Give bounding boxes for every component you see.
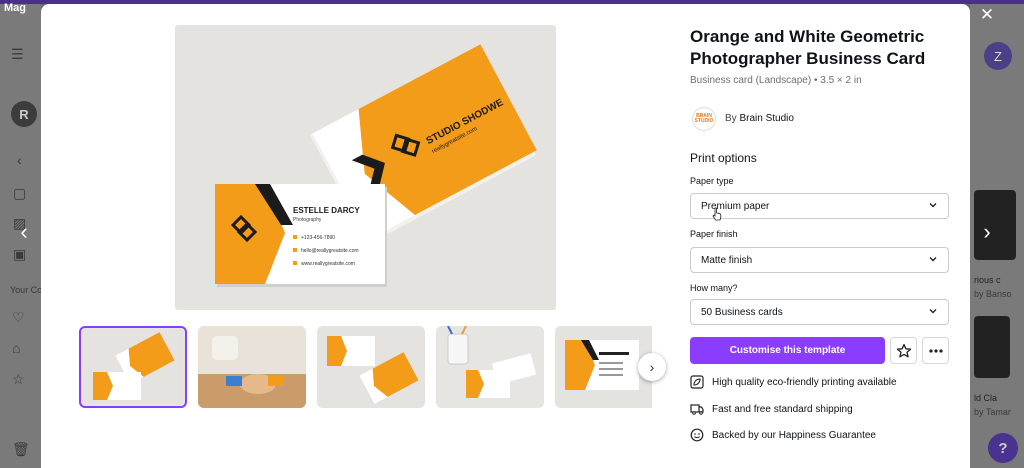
print-options-heading: Print options	[690, 151, 757, 165]
template-title: Orange and White Geometric Photographer …	[690, 27, 926, 68]
back-chevron-icon: ‹	[17, 152, 22, 168]
paper-type-label: Paper type	[690, 176, 734, 186]
quantity-select[interactable]: 50 Business cards	[690, 299, 949, 325]
paper-finish-label: Paper finish	[690, 229, 738, 239]
author-logo-text: BRAIN STUDIO	[694, 113, 714, 124]
feature-guarantee: Backed by our Happiness Guarantee	[690, 428, 876, 442]
background-text: by Banso	[974, 289, 1012, 299]
front-card-phone: +123-456-7890	[301, 235, 335, 241]
feature-eco-printing: High quality eco-friendly printing avail…	[690, 375, 897, 389]
leaf-icon	[690, 375, 704, 389]
template-subtitle: Business card (Landscape) • 3.5 × 2 in	[690, 75, 862, 86]
next-template-button[interactable]: ›	[976, 218, 998, 246]
paper-type-select[interactable]: Premium paper	[690, 193, 949, 219]
background-text: ld Cla	[974, 393, 998, 403]
thumbnail-4[interactable]	[436, 326, 544, 408]
background-text: rious c	[974, 275, 1001, 285]
thumbnails-next-button[interactable]: ›	[638, 353, 666, 381]
previous-template-button[interactable]: ‹	[13, 218, 35, 246]
front-card-email: hello@reallygreatsite.com	[301, 248, 359, 254]
website-bullet	[293, 261, 297, 265]
background-logo: Mag	[4, 2, 26, 14]
heart-icon: ♡	[12, 309, 25, 325]
background-your-label: Your Co	[10, 285, 43, 295]
more-options-button[interactable]	[922, 337, 949, 364]
feature-text: High quality eco-friendly printing avail…	[712, 376, 897, 388]
hand-cursor-icon	[712, 207, 722, 221]
paper-finish-select[interactable]: Matte finish	[690, 247, 949, 273]
front-card-website: www.reallygreatsite.com	[301, 261, 355, 267]
trash-icon: 🗑	[12, 441, 30, 457]
background-avatar-left: R	[11, 101, 37, 127]
quantity-value: 50 Business cards	[701, 306, 783, 318]
feature-text: Backed by our Happiness Guarantee	[712, 429, 876, 441]
paper-finish-value: Matte finish	[701, 254, 753, 266]
hamburger-icon: ☰	[11, 46, 24, 62]
smile-icon	[690, 428, 704, 442]
star-outline-icon: ☆	[12, 371, 25, 387]
front-card-role: Photography	[293, 217, 322, 223]
author-logo[interactable]: BRAIN STUDIO	[692, 107, 716, 131]
more-dots-icon	[928, 348, 943, 353]
background-thumbnail	[974, 316, 1010, 378]
star-icon	[896, 343, 911, 357]
email-bullet	[293, 248, 297, 252]
thumbnail-1[interactable]	[79, 326, 187, 408]
bag-icon: ⌂	[12, 340, 21, 356]
truck-icon	[690, 404, 704, 415]
close-icon[interactable]: ✕	[976, 4, 998, 26]
thumbnail-strip	[79, 326, 652, 408]
help-button[interactable]: ?	[988, 433, 1018, 463]
feature-text: Fast and free standard shipping	[712, 403, 853, 415]
customise-template-button[interactable]: Customise this template	[690, 337, 885, 364]
author-prefix: By	[725, 113, 737, 124]
background-avatar-right: Z	[984, 42, 1012, 70]
quantity-label: How many?	[690, 283, 738, 293]
background-text: by Tamar	[974, 407, 1011, 417]
template-preview: STUDIO SHODWE reallygreatsite.com ESTELL…	[175, 25, 556, 310]
favorite-button[interactable]	[890, 337, 917, 364]
chevron-down-icon	[929, 309, 937, 314]
business-card-mockup: STUDIO SHODWE reallygreatsite.com ESTELL…	[215, 44, 537, 287]
layout-icon: ▢	[13, 185, 27, 201]
chevron-down-icon	[929, 257, 937, 262]
video-icon: ▣	[13, 246, 27, 262]
phone-bullet	[293, 235, 297, 239]
author-line: By Brain Studio	[725, 113, 794, 124]
author-name[interactable]: Brain Studio	[739, 113, 793, 124]
thumbnail-3[interactable]	[317, 326, 425, 408]
chevron-down-icon	[929, 203, 937, 208]
feature-shipping: Fast and free standard shipping	[690, 402, 853, 416]
front-card-name: ESTELLE DARCY	[293, 206, 360, 215]
thumbnail-2[interactable]	[198, 326, 306, 408]
